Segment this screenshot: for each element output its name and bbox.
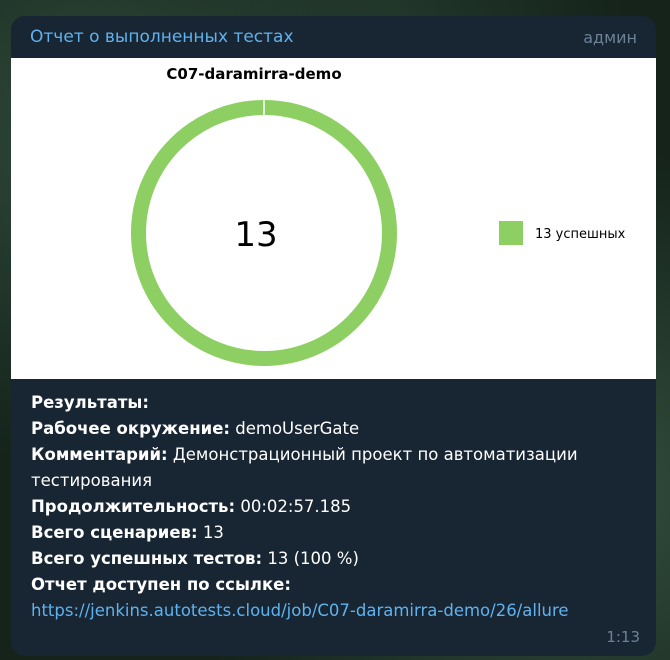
passed-label: Всего успешных тестов: [31, 549, 263, 568]
environment-row: Рабочее окружение: demoUserGate [31, 416, 646, 442]
allure-report-link[interactable]: https://jenkins.autotests.cloud/job/C07-… [31, 601, 569, 620]
comment-row: Комментарий: Демонстрационный проект по … [31, 442, 646, 494]
admin-badge: админ [583, 28, 637, 47]
passed-row: Всего успешных тестов: 13 (100 %) [31, 546, 646, 572]
report-text: Результаты: Рабочее окружение: demoUserG… [31, 390, 646, 624]
environment-value: demoUserGate [235, 419, 360, 438]
results-label: Результаты: [31, 393, 149, 412]
message-bubble: Отчет о выполненных тестах админ C07-dar… [11, 16, 656, 656]
duration-value: 00:02:57.185 [240, 497, 352, 516]
environment-label: Рабочее окружение: [31, 419, 230, 438]
duration-label: Продолжительность: [31, 497, 236, 516]
results-heading: Результаты: [31, 390, 646, 416]
legend-swatch-0 [499, 221, 523, 245]
message-header: Отчет о выполненных тестах админ [11, 16, 656, 58]
link-url-row: https://jenkins.autotests.cloud/job/C07-… [31, 598, 646, 624]
link-row: Отчет доступен по ссылке: [31, 572, 646, 598]
legend-label-0: 13 успешных [535, 227, 626, 242]
chart-title: C07-daramirra-demo [166, 65, 341, 83]
link-label: Отчет доступен по ссылке: [31, 575, 291, 594]
sender-name[interactable]: Отчет о выполненных тестах [30, 27, 294, 47]
scenarios-value: 13 [202, 523, 224, 542]
passed-value: 13 (100 %) [267, 549, 359, 568]
message-time: 1:13 [606, 628, 640, 646]
report-chart-image[interactable]: C07-daramirra-demo 13 13 успешных [11, 58, 656, 379]
center-count: 13 [234, 215, 277, 255]
duration-row: Продолжительность: 00:02:57.185 [31, 494, 646, 520]
comment-label: Комментарий: [31, 445, 168, 464]
chart-legend: 13 успешных [499, 221, 626, 245]
scenarios-label: Всего сценариев: [31, 523, 198, 542]
scenarios-row: Всего сценариев: 13 [31, 520, 646, 546]
donut-chart: C07-daramirra-demo 13 13 успешных [131, 65, 626, 366]
